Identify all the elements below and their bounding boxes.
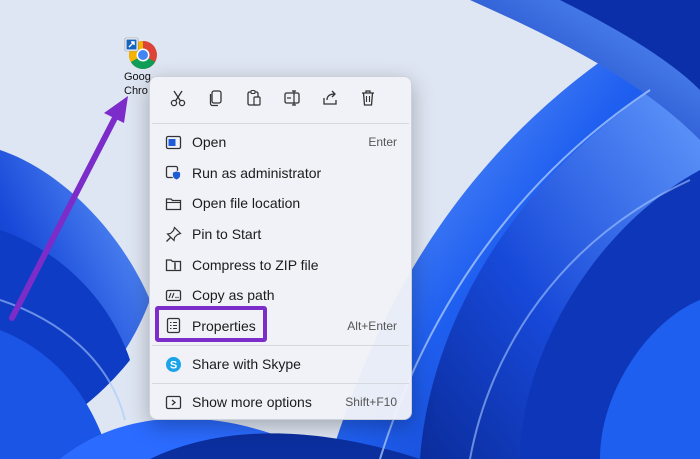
open-icon <box>164 133 182 151</box>
zip-icon <box>164 256 182 274</box>
menu-item-label: Open <box>192 134 227 151</box>
cut-icon <box>169 89 187 112</box>
menu-item-label: Compress to ZIP file <box>192 256 319 273</box>
menu-item-label: Share with Skype <box>192 356 301 373</box>
menu-item-label: Properties <box>192 317 256 334</box>
copy-icon <box>207 89 225 112</box>
share-icon <box>321 89 339 112</box>
menu-item-compress-to-zip[interactable]: Compress to ZIP file <box>150 249 411 280</box>
shield-icon <box>164 164 182 182</box>
menu-item-share-with-skype[interactable]: S Share with Skype <box>150 349 411 380</box>
path-icon <box>164 286 182 304</box>
cut-button[interactable] <box>159 81 197 119</box>
menu-item-run-as-administrator[interactable]: Run as administrator <box>150 158 411 189</box>
pin-icon <box>164 225 182 243</box>
menu-item-label: Pin to Start <box>192 226 262 243</box>
menu-item-shortcut: Alt+Enter <box>347 318 397 333</box>
skype-icon: S <box>164 355 182 373</box>
paste-button[interactable] <box>235 81 273 119</box>
menu-item-label: Run as administrator <box>192 164 322 181</box>
menu-item-shortcut: Enter <box>368 135 397 150</box>
menu-item-label: Show more options <box>192 394 312 411</box>
menu-item-copy-as-path[interactable]: Copy as path <box>150 280 411 311</box>
chrome-shortcut-icon <box>124 36 158 70</box>
delete-icon <box>359 89 377 112</box>
menu-item-properties[interactable]: Properties Alt+Enter <box>150 311 411 342</box>
properties-icon <box>164 317 182 335</box>
delete-button[interactable] <box>349 81 387 119</box>
menu-item-pin-to-start[interactable]: Pin to Start <box>150 219 411 250</box>
menu-item-open[interactable]: Open Enter <box>150 127 411 158</box>
menu-item-label: Open file location <box>192 195 301 212</box>
folder-icon <box>164 194 182 212</box>
menu-item-show-more-options[interactable]: Show more options Shift+F10 <box>150 387 411 418</box>
paste-icon <box>245 89 263 112</box>
more-options-icon <box>164 393 182 411</box>
copy-button[interactable] <box>197 81 235 119</box>
menu-item-label: Copy as path <box>192 287 275 304</box>
svg-text:S: S <box>169 359 176 371</box>
share-button[interactable] <box>311 81 349 119</box>
rename-icon <box>283 89 301 112</box>
context-menu-toolbar <box>150 77 411 123</box>
menu-item-shortcut: Shift+F10 <box>345 395 397 410</box>
context-menu: Open Enter Run as administrator Open fil… <box>149 76 412 420</box>
rename-button[interactable] <box>273 81 311 119</box>
menu-item-open-file-location[interactable]: Open file location <box>150 188 411 219</box>
